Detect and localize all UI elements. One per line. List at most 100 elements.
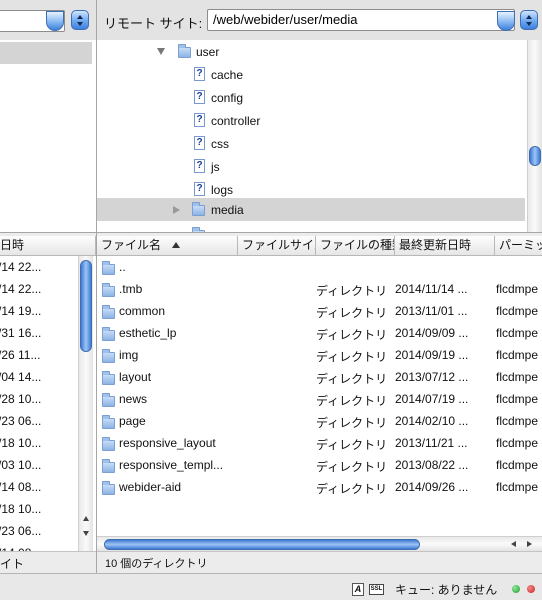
sort-ascending-icon (172, 242, 181, 248)
horizontal-splitter[interactable] (0, 232, 542, 233)
local-list-row[interactable]: /23 06... (0, 414, 78, 436)
local-list-row[interactable]: /18 10... (0, 436, 78, 458)
file-row[interactable]: layout ディレクトリ 2013/07/12 ... flcdmpe (97, 366, 542, 388)
file-modified: 2014/11/14 ... (395, 282, 468, 296)
unknown-item-icon: ? (194, 67, 205, 81)
file-permission: flcdmpe (496, 282, 539, 296)
file-row[interactable]: common ディレクトリ 2013/11/01 ... flcdmpe (97, 300, 542, 322)
remote-status-text: 10 個のディレクトリ (105, 558, 208, 570)
local-list-scroll-thumb[interactable] (80, 260, 92, 352)
remote-site-label: リモート サイト: (104, 16, 203, 31)
tree-row-css[interactable]: ? css (97, 132, 525, 155)
col-filename[interactable]: ファイル名 (97, 236, 238, 256)
local-row-date: /14 22... (0, 260, 42, 274)
file-permission: flcdmpe (496, 392, 539, 406)
local-list-row[interactable]: /26 11... (0, 348, 78, 370)
local-col-date-label: 日時 (0, 238, 25, 252)
file-permission: flcdmpe (496, 458, 539, 472)
local-list-row[interactable]: /14 08... (0, 480, 78, 502)
col-filename-label: ファイル名 (101, 238, 162, 252)
status-light-green-icon (512, 585, 520, 593)
col-modified[interactable]: 最終更新日時 (395, 236, 495, 256)
tree-row-media[interactable]: media (97, 198, 525, 221)
file-permission: flcdmpe (496, 480, 539, 494)
remote-path-dropdown-icon[interactable] (520, 10, 538, 30)
remote-tree-scrollbar[interactable] (527, 40, 542, 232)
file-type: ディレクトリ (316, 460, 388, 474)
local-list-row[interactable]: /14 19... (0, 304, 78, 326)
local-list-row[interactable]: /23 06... (0, 524, 78, 546)
file-type: ディレクトリ (316, 372, 388, 386)
local-col-date[interactable]: 日時 (0, 236, 96, 256)
remote-tree-scroll-thumb[interactable] (529, 146, 541, 166)
remote-status-bar: 10 個のディレクトリ (97, 551, 542, 571)
tree-label: css (211, 137, 229, 151)
remote-path-go-icon[interactable] (497, 11, 515, 31)
file-modified: 2014/09/09 ... (395, 326, 469, 340)
local-row-date: /14 19... (0, 304, 42, 318)
remote-file-hscrollbar[interactable] (97, 536, 542, 551)
scroll-right-icon[interactable] (527, 541, 532, 547)
file-row[interactable]: news ディレクトリ 2014/07/19 ... flcdmpe (97, 388, 542, 410)
file-row[interactable]: responsive_templ... ディレクトリ 2013/08/22 ... f… (97, 454, 542, 476)
tree-row-user[interactable]: user (97, 40, 525, 63)
local-list-row[interactable]: /03 10... (0, 458, 78, 480)
tree-row-js[interactable]: ? js (97, 155, 525, 178)
unknown-item-icon: ? (194, 113, 205, 127)
local-list-row[interactable]: /31 16... (0, 326, 78, 348)
col-filetype[interactable]: ファイルの種類 (316, 236, 395, 256)
unknown-item-icon: ? (194, 136, 205, 150)
file-name: news (119, 392, 148, 406)
file-row[interactable]: page ディレクトリ 2014/02/10 ... flcdmpe (97, 410, 542, 432)
scroll-left-icon[interactable] (511, 541, 516, 547)
file-name: esthetic_lp (119, 326, 177, 340)
file-permission: flcdmpe (496, 348, 539, 362)
app-status-bar: A SSL キュー: ありません (0, 573, 542, 600)
expanded-triangle-icon[interactable] (157, 48, 165, 55)
ssl-icon: SSL (369, 584, 384, 595)
local-list-row[interactable]: /18 10... (0, 502, 78, 524)
col-permission[interactable]: パーミッ (495, 236, 542, 256)
local-list-scrollbar[interactable] (78, 256, 93, 551)
local-list-row[interactable]: /14 22... (0, 282, 78, 304)
file-row[interactable]: img ディレクトリ 2014/09/19 ... flcdmpe (97, 344, 542, 366)
remote-path-input[interactable]: /web/webider/user/media (207, 9, 515, 31)
col-filesize[interactable]: ファイルサイズ (238, 236, 316, 256)
file-name: webider-aid (119, 480, 182, 494)
transfer-mode-icon[interactable]: A (352, 583, 364, 596)
local-list-row[interactable]: /04 14... (0, 370, 78, 392)
local-tree-selected-row[interactable] (0, 42, 92, 64)
file-modified: 2014/09/26 ... (395, 480, 469, 494)
folder-icon (102, 349, 115, 363)
local-list-row[interactable]: /28 10... (0, 392, 78, 414)
col-filesize-label: ファイルサイズ (242, 238, 315, 252)
file-row[interactable]: webider-aid ディレクトリ 2014/09/26 ... flcdmpe (97, 476, 542, 498)
folder-icon (102, 261, 115, 275)
file-row[interactable]: esthetic_lp ディレクトリ 2014/09/09 ... flcdmpe (97, 322, 542, 344)
unknown-item-icon: ? (194, 182, 205, 196)
file-name: .tmb (119, 282, 143, 296)
remote-path-value: /web/webider/user/media (213, 12, 358, 27)
file-modified: 2013/08/22 ... (395, 458, 469, 472)
local-list-row[interactable]: /14 22... (0, 260, 78, 282)
folder-icon (102, 393, 115, 407)
tree-row-config[interactable]: ? config (97, 86, 525, 109)
local-list-body: /14 22... /14 22... /14 19... /31 16... /26 … (0, 256, 78, 551)
folder-icon (192, 202, 205, 216)
folder-icon (102, 415, 115, 429)
file-name: responsive_templ... (119, 458, 224, 472)
scroll-down-icon[interactable] (83, 531, 89, 536)
folder-icon (102, 481, 115, 495)
local-path-go-icon[interactable] (46, 11, 64, 31)
file-row[interactable]: responsive_layout ディレクトリ 2013/11/21 ... flc… (97, 432, 542, 454)
collapsed-triangle-icon[interactable] (173, 206, 180, 214)
local-path-dropdown-icon[interactable] (71, 10, 89, 30)
file-row[interactable]: .. (97, 256, 542, 278)
tree-row-controller[interactable]: ? controller (97, 109, 525, 132)
tree-row-news[interactable]: news (97, 223, 525, 232)
tree-row-cache[interactable]: ? cache (97, 63, 525, 86)
file-name: page (119, 414, 146, 428)
scroll-up-icon[interactable] (83, 516, 89, 521)
remote-file-hscroll-thumb[interactable] (104, 539, 420, 550)
file-row[interactable]: .tmb ディレクトリ 2014/11/14 ... flcdmpe (97, 278, 542, 300)
